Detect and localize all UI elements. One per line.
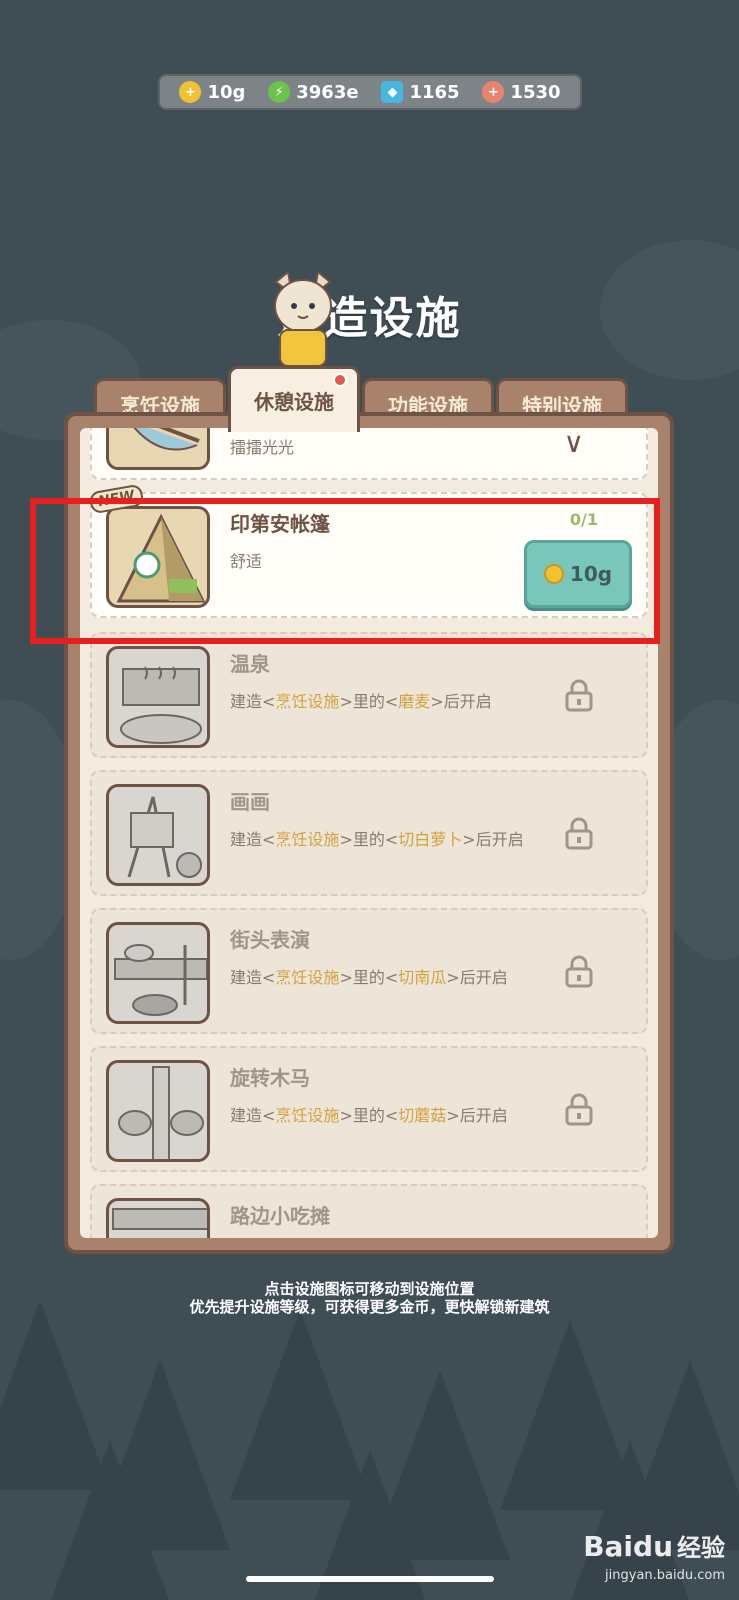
gems-value: 1165 (409, 81, 460, 103)
req-category: 烹饪设施 (275, 830, 340, 849)
req-category: 烹饪设施 (275, 1106, 340, 1125)
unlock-requirement: 建造<烹饪设施>里的<切蘑菇>后开启 (230, 1104, 530, 1128)
hammock-thumbnail[interactable] (106, 428, 210, 470)
hint-line-1: 点击设施图标可移动到设施位置 (264, 1280, 475, 1298)
baidu-logo: Baidu (583, 1530, 673, 1563)
cat-mascot-icon (274, 272, 332, 367)
list-item-hot-spring[interactable]: 温泉 建造<烹饪设施>里的<磨麦>后开启 (90, 632, 648, 758)
item-title: 街头表演 (230, 928, 310, 952)
req-text: 建造< (230, 692, 276, 711)
list-item-snack-stall[interactable]: 路边小吃摊 (90, 1184, 648, 1238)
resource-gems[interactable]: ◆ 1165 (381, 81, 460, 103)
hint-line-2: 优先提升设施等级，可获得更多金币，更快解锁新建筑 (189, 1298, 550, 1316)
baidu-watermark: Baidu 经验 (583, 1528, 725, 1563)
watermark-url: jingyan.baidu.com (605, 1568, 725, 1583)
resource-bar: + 10g ⚡ 3963e ◆ 1165 + 1530 (158, 74, 582, 110)
hot-spring-thumbnail[interactable] (106, 646, 210, 748)
list-item[interactable]: 擂擂光光 ∨ (90, 428, 648, 480)
resource-energy[interactable]: ⚡ 3963e (268, 81, 359, 103)
tab-label: 休憩设施 (254, 390, 334, 414)
req-text: >里的< (339, 830, 399, 849)
req-text: >后开启 (446, 968, 508, 987)
coins-value: 10g (207, 81, 246, 103)
req-text: 建造< (230, 830, 276, 849)
lock-icon (565, 1093, 593, 1126)
resource-coins[interactable]: + 10g (179, 81, 245, 103)
coin-icon: + (179, 81, 202, 103)
req-category: 烹饪设施 (275, 692, 340, 711)
lock-icon (565, 955, 593, 988)
shells-value: 1530 (510, 81, 561, 103)
energy-value: 3963e (296, 81, 359, 103)
painting-thumbnail[interactable] (106, 784, 210, 886)
list-item-carousel[interactable]: 旋转木马 建造<烹饪设施>里的<切蘑菇>后开启 (90, 1046, 648, 1172)
req-facility: 磨麦 (398, 692, 431, 711)
tab-leisure[interactable]: 休憩设施 (228, 366, 360, 432)
home-indicator[interactable] (246, 1576, 494, 1582)
req-text: >里的< (339, 1106, 399, 1125)
req-text: >后开启 (462, 830, 524, 849)
lock-icon (565, 817, 593, 850)
street-performance-thumbnail[interactable] (106, 922, 210, 1024)
unlock-requirement: 建造<烹饪设施>里的<切白萝卜>后开启 (230, 828, 530, 852)
page-title: 建造设施 (277, 293, 462, 344)
item-desc: 擂擂光光 (230, 438, 295, 457)
resource-shells[interactable]: + 1530 (482, 81, 561, 103)
gem-icon: ◆ (381, 81, 404, 103)
req-text: >里的< (339, 692, 399, 711)
req-text: 建造< (230, 968, 276, 987)
list-item-painting[interactable]: 画画 建造<烹饪设施>里的<切白萝卜>后开启 (90, 770, 648, 896)
lock-icon (565, 679, 593, 712)
req-text: >后开启 (446, 1106, 508, 1125)
notification-dot (333, 373, 347, 387)
unlock-requirement: 建造<烹饪设施>里的<切南瓜>后开启 (230, 966, 530, 990)
req-facility: 切白萝卜 (398, 830, 463, 849)
item-title: 旋转木马 (230, 1066, 310, 1090)
watermark-text: 经验 (677, 1534, 725, 1562)
req-facility: 切南瓜 (398, 968, 447, 987)
item-title: 温泉 (230, 652, 270, 676)
unlock-requirement: 建造<烹饪设施>里的<磨麦>后开启 (230, 690, 530, 714)
req-facility: 切蘑菇 (398, 1106, 447, 1125)
req-text: >后开启 (430, 692, 492, 711)
lightning-icon: ⚡ (268, 81, 291, 103)
highlight-annotation (30, 498, 660, 644)
shell-icon: + (482, 81, 505, 103)
item-title: 画画 (230, 790, 270, 814)
req-text: >里的< (339, 968, 399, 987)
req-text: 建造< (230, 1106, 276, 1125)
carousel-thumbnail[interactable] (106, 1060, 210, 1162)
req-category: 烹饪设施 (275, 968, 340, 987)
snack-stall-thumbnail[interactable] (106, 1198, 210, 1238)
item-title: 路边小吃摊 (230, 1204, 330, 1228)
chevron-down-icon: ∨ (563, 428, 585, 459)
list-item-street-performance[interactable]: 街头表演 建造<烹饪设施>里的<切南瓜>后开启 (90, 908, 648, 1034)
